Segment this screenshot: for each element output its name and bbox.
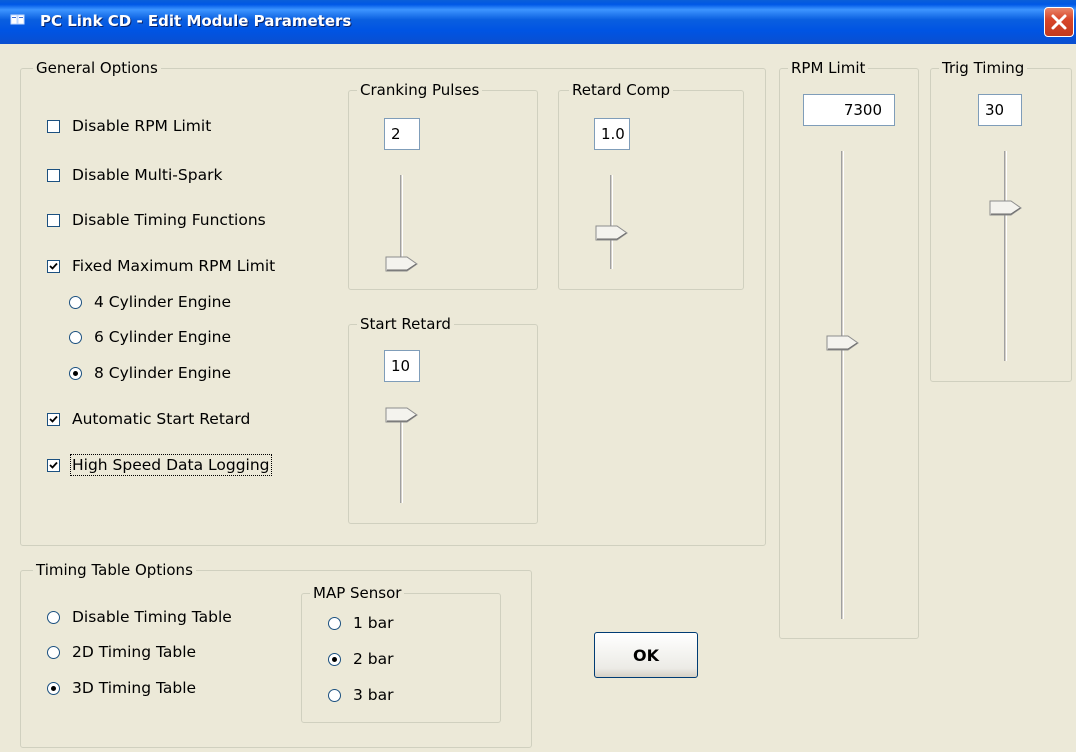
radio-circle[interactable] <box>69 330 82 344</box>
checkbox-box[interactable] <box>47 213 60 227</box>
radio-label: 3 bar <box>353 686 394 704</box>
trig-timing-label: Trig Timing <box>939 58 1028 78</box>
rpm-limit-slider-thumb[interactable] <box>826 335 860 351</box>
map-sensor-radio-3bar[interactable]: 3 bar <box>328 684 394 706</box>
retard-comp-slider-thumb[interactable] <box>595 225 629 241</box>
ok-button[interactable]: OK <box>594 632 698 678</box>
retard-comp-input[interactable]: 1.0 <box>594 118 630 150</box>
rpm-limit-input[interactable]: 7300 <box>803 94 895 126</box>
timing-table-radio-2d[interactable]: 2D Timing Table <box>47 641 196 663</box>
timing-table-radio-disable[interactable]: Disable Timing Table <box>47 606 232 628</box>
map-sensor-label: MAP Sensor <box>310 583 405 603</box>
map-sensor-radio-1bar[interactable]: 1 bar <box>328 612 394 634</box>
timing-table-options-label: Timing Table Options <box>33 560 196 580</box>
radio-label: 1 bar <box>353 614 394 632</box>
trig-timing-slider-thumb[interactable] <box>989 200 1023 216</box>
general-options-label: General Options <box>33 58 161 78</box>
cranking-pulses-group: Cranking Pulses 2 <box>348 80 538 290</box>
retard-comp-label: Retard Comp <box>569 80 674 100</box>
cylinder-radio-4[interactable]: 4 Cylinder Engine <box>69 291 231 313</box>
trig-timing-input[interactable]: 30 <box>978 94 1022 126</box>
checkbox-label: Automatic Start Retard <box>72 410 251 428</box>
checkbox-label: Disable RPM Limit <box>72 117 212 135</box>
checkbox-box[interactable] <box>47 119 60 133</box>
disable-rpm-limit-checkbox[interactable]: Disable RPM Limit <box>47 115 211 137</box>
checkbox-box[interactable] <box>47 259 60 273</box>
start-retard-slider-thumb[interactable] <box>385 407 419 423</box>
timing-table-options-group: Timing Table Options Disable Timing Tabl… <box>20 560 532 748</box>
retard-comp-group: Retard Comp 1.0 <box>558 80 744 290</box>
dialog-client: General Options Disable RPM Limit Disabl… <box>0 44 1076 752</box>
radio-circle[interactable] <box>69 295 82 309</box>
rpm-limit-label: RPM Limit <box>788 58 869 78</box>
cranking-pulses-slider-thumb[interactable] <box>385 256 419 272</box>
disable-timing-functions-checkbox[interactable]: Disable Timing Functions <box>47 209 266 231</box>
cranking-pulses-input[interactable]: 2 <box>384 118 420 150</box>
title-bar[interactable]: PC Link CD - Edit Module Parameters <box>0 0 1076 44</box>
fixed-max-rpm-limit-checkbox[interactable]: Fixed Maximum RPM Limit <box>47 255 275 277</box>
high-speed-data-logging-checkbox[interactable]: High Speed Data Logging <box>47 454 272 476</box>
checkbox-box[interactable] <box>47 458 60 472</box>
cylinder-radio-6[interactable]: 6 Cylinder Engine <box>69 326 231 348</box>
start-retard-slider-track[interactable] <box>400 415 403 503</box>
checkbox-label: High Speed Data Logging <box>70 454 272 476</box>
radio-circle[interactable] <box>328 688 341 702</box>
radio-label: 2 bar <box>353 650 394 668</box>
radio-label: Disable Timing Table <box>72 608 232 626</box>
checkbox-box[interactable] <box>47 412 60 426</box>
map-sensor-group: MAP Sensor 1 bar 2 bar 3 bar <box>301 583 501 723</box>
checkbox-box[interactable] <box>47 168 60 182</box>
checkbox-label: Fixed Maximum RPM Limit <box>72 257 276 275</box>
radio-label: 4 Cylinder Engine <box>94 293 232 311</box>
rpm-limit-slider-track[interactable] <box>841 151 844 619</box>
window-title: PC Link CD - Edit Module Parameters <box>40 12 352 30</box>
dialog-window: PC Link CD - Edit Module Parameters Gene… <box>0 0 1076 752</box>
timing-table-radio-3d[interactable]: 3D Timing Table <box>47 677 196 699</box>
radio-circle[interactable] <box>47 610 60 624</box>
general-options-group: General Options Disable RPM Limit Disabl… <box>20 58 766 546</box>
radio-label: 3D Timing Table <box>72 679 197 697</box>
checkbox-label: Disable Multi-Spark <box>72 166 223 184</box>
radio-circle[interactable] <box>47 681 60 695</box>
radio-circle[interactable] <box>328 652 341 666</box>
radio-circle[interactable] <box>328 616 341 630</box>
disable-multi-spark-checkbox[interactable]: Disable Multi-Spark <box>47 164 222 186</box>
trig-timing-group: Trig Timing 30 <box>930 58 1072 382</box>
close-button[interactable] <box>1044 7 1074 37</box>
radio-label: 8 Cylinder Engine <box>94 364 232 382</box>
retard-comp-slider-track[interactable] <box>610 175 613 269</box>
radio-circle[interactable] <box>47 645 60 659</box>
start-retard-label: Start Retard <box>357 314 454 334</box>
rpm-limit-group: RPM Limit 7300 <box>779 58 919 639</box>
start-retard-input[interactable]: 10 <box>384 350 420 382</box>
app-icon <box>10 12 26 28</box>
start-retard-group: Start Retard 10 <box>348 314 538 524</box>
radio-label: 6 Cylinder Engine <box>94 328 232 346</box>
trig-timing-slider-track[interactable] <box>1004 151 1007 361</box>
cranking-pulses-label: Cranking Pulses <box>357 80 483 100</box>
radio-label: 2D Timing Table <box>72 643 197 661</box>
radio-circle[interactable] <box>69 366 82 380</box>
automatic-start-retard-checkbox[interactable]: Automatic Start Retard <box>47 408 250 430</box>
cranking-pulses-slider-track[interactable] <box>400 175 403 269</box>
cylinder-radio-8[interactable]: 8 Cylinder Engine <box>69 362 231 384</box>
map-sensor-radio-2bar[interactable]: 2 bar <box>328 648 394 670</box>
checkbox-label: Disable Timing Functions <box>72 211 266 229</box>
